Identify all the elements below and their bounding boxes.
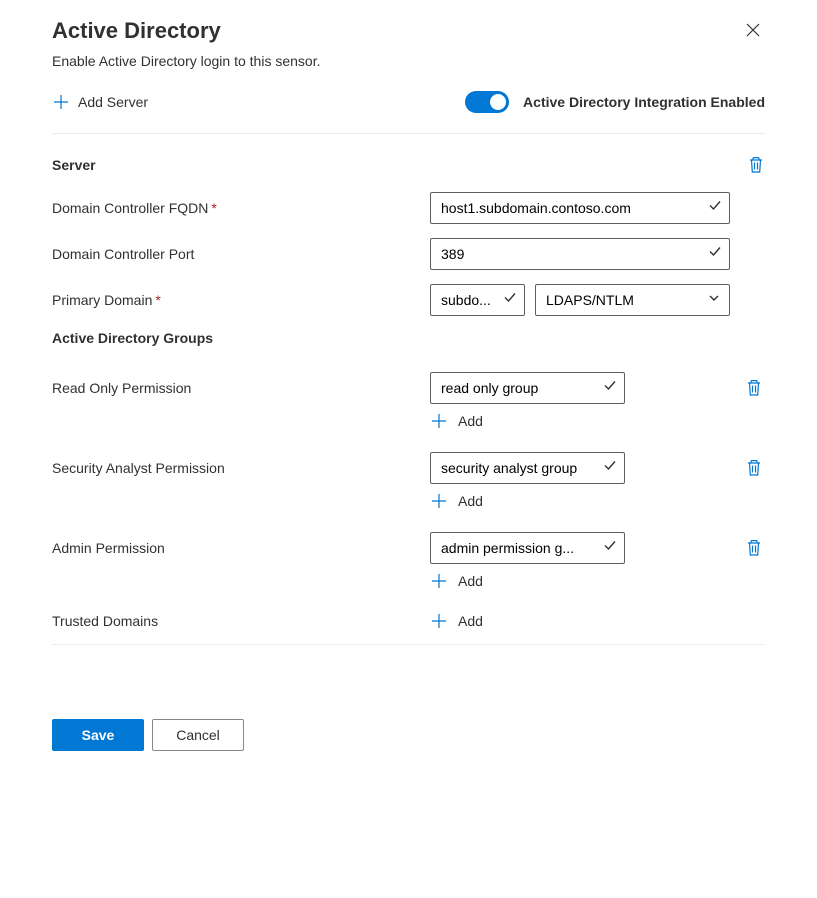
trusted-domains-label: Trusted Domains [52, 613, 430, 629]
add-analyst-button[interactable]: Add [430, 492, 765, 510]
page-subtitle: Enable Active Directory login to this se… [52, 53, 765, 69]
auth-select[interactable] [535, 284, 730, 316]
divider [52, 644, 765, 645]
page-title: Active Directory [52, 18, 221, 44]
analyst-label: Security Analyst Permission [52, 460, 430, 476]
port-label: Domain Controller Port [52, 246, 430, 262]
fqdn-input[interactable] [430, 192, 730, 224]
plus-icon [430, 412, 448, 430]
delete-server-button[interactable] [747, 156, 765, 174]
integration-toggle-label: Active Directory Integration Enabled [523, 94, 765, 110]
trash-icon [745, 459, 763, 477]
integration-toggle[interactable] [465, 91, 509, 113]
primary-domain-label: Primary Domain* [52, 292, 430, 308]
plus-icon [52, 93, 70, 111]
delete-admin-button[interactable] [745, 539, 763, 557]
delete-read-only-button[interactable] [745, 379, 763, 397]
add-label: Add [458, 493, 483, 509]
add-label: Add [458, 613, 483, 629]
primary-domain-input[interactable] [430, 284, 525, 316]
plus-icon [430, 612, 448, 630]
divider [52, 133, 765, 134]
cancel-button[interactable]: Cancel [152, 719, 244, 751]
server-section-label: Server [52, 157, 96, 173]
trash-icon [747, 156, 765, 174]
save-button[interactable]: Save [52, 719, 144, 751]
close-button[interactable] [741, 18, 765, 47]
add-label: Add [458, 573, 483, 589]
required-mark: * [211, 200, 216, 216]
add-admin-button[interactable]: Add [430, 572, 765, 590]
add-server-button[interactable]: Add Server [52, 93, 148, 111]
plus-icon [430, 572, 448, 590]
groups-section-label: Active Directory Groups [52, 330, 430, 346]
add-trusted-button[interactable]: Add [430, 612, 483, 630]
trash-icon [745, 379, 763, 397]
admin-input[interactable] [430, 532, 625, 564]
plus-icon [430, 492, 448, 510]
add-read-only-button[interactable]: Add [430, 412, 765, 430]
delete-analyst-button[interactable] [745, 459, 763, 477]
fqdn-label: Domain Controller FQDN* [52, 200, 430, 216]
read-only-label: Read Only Permission [52, 380, 430, 396]
analyst-input[interactable] [430, 452, 625, 484]
close-icon [745, 22, 761, 38]
port-input[interactable] [430, 238, 730, 270]
add-label: Add [458, 413, 483, 429]
admin-label: Admin Permission [52, 540, 430, 556]
required-mark: * [155, 292, 160, 308]
trash-icon [745, 539, 763, 557]
read-only-input[interactable] [430, 372, 625, 404]
add-server-label: Add Server [78, 94, 148, 110]
